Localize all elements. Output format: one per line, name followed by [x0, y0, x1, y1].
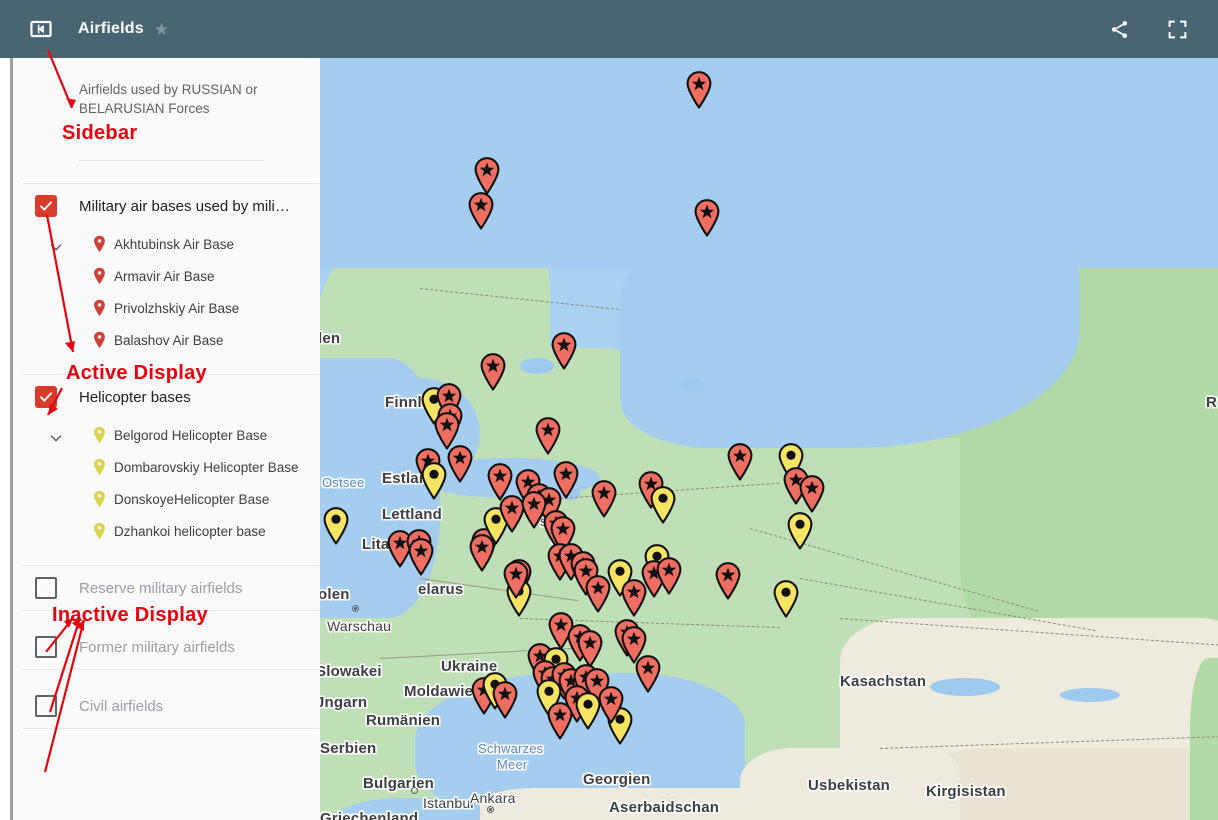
layer-checkbox-checked[interactable] [35, 195, 57, 217]
layer-feature-item[interactable]: Balashov Air Base [13, 324, 320, 356]
military-air-base-marker[interactable] [468, 533, 496, 573]
military-air-base-marker[interactable] [693, 198, 721, 238]
map-pin-icon [93, 267, 106, 285]
military-air-base-marker[interactable] [590, 479, 618, 519]
page-title: Airfields [78, 20, 144, 37]
map-canvas[interactable]: lenFinnlandOstseeEstlandLettlandLitaueno… [320, 58, 1218, 820]
share-icon[interactable] [1106, 16, 1132, 42]
layer-checkbox-unchecked[interactable] [35, 695, 57, 717]
sidebar-layer-list: Military air bases used by mili… Akhtubin… [13, 184, 320, 743]
sidebar-layer-2: Reserve military airfields [13, 566, 320, 610]
feature-name: DonskoyeHelicopter Base [114, 491, 270, 507]
layer-header[interactable]: Reserve military airfields [13, 566, 320, 610]
military-air-base-marker[interactable] [620, 578, 648, 618]
lake-ladoga [520, 358, 554, 374]
layer-title: Former military airfields [79, 638, 235, 656]
layer-title: Reserve military airfields [79, 579, 243, 597]
lake-aral [930, 678, 1000, 696]
map-pin-icon [93, 522, 106, 540]
layer-title: Civil airfields [79, 697, 164, 715]
fullscreen-icon[interactable] [1164, 16, 1190, 42]
military-air-base-marker[interactable] [479, 352, 507, 392]
region-central-asia [920, 748, 1218, 820]
layer-header[interactable]: Civil airfields [13, 684, 320, 728]
feature-name: Armavir Air Base [114, 268, 215, 284]
military-air-base-marker[interactable] [407, 537, 435, 577]
city-dot-icon [411, 787, 418, 794]
lake-onega [680, 378, 706, 392]
military-air-base-marker[interactable] [491, 680, 519, 720]
helicopter-base-marker[interactable] [649, 485, 677, 525]
map-pin-icon [93, 235, 106, 253]
layer-header[interactable]: Military air bases used by mili… [13, 184, 320, 228]
feature-name: Akhtubinsk Air Base [114, 236, 235, 252]
feature-name: Dombarovskiy Helicopter Base [114, 459, 299, 475]
map-pin-icon [93, 490, 106, 508]
layer-checkbox-unchecked[interactable] [35, 577, 57, 599]
sidebar-description: Airfields used by RUSSIAN or BELARUSIAN … [79, 82, 258, 116]
layer-feature-item[interactable]: Dombarovskiy Helicopter Base [13, 451, 320, 483]
feature-name: Privolzhskiy Air Base [114, 300, 240, 316]
military-air-base-marker[interactable] [634, 654, 662, 694]
city-dot-icon [352, 605, 359, 612]
collapse-sidebar-icon[interactable] [28, 16, 54, 42]
helicopter-base-marker[interactable] [420, 461, 448, 501]
feature-name: Belgorod Helicopter Base [114, 427, 268, 443]
helicopter-base-marker[interactable] [322, 506, 350, 546]
layer-feature-item[interactable]: DonskoyeHelicopter Base [13, 483, 320, 515]
military-air-base-marker[interactable] [467, 191, 495, 231]
app-header: Airfields ★ [0, 0, 1218, 58]
sidebar-layer-0: Military air bases used by mili… Akhtubin… [13, 184, 320, 374]
military-air-base-marker[interactable] [473, 156, 501, 196]
layer-checkbox-unchecked[interactable] [35, 636, 57, 658]
sidebar: Airfields used by RUSSIAN or BELARUSIAN … [10, 58, 320, 820]
city-dot-icon [487, 806, 494, 813]
military-air-base-marker[interactable] [726, 442, 754, 482]
feature-name: Dzhankoi helicopter base [114, 523, 266, 539]
chevron-down-icon[interactable] [45, 427, 67, 449]
sea-kara [620, 208, 1080, 448]
military-air-base-marker[interactable] [502, 560, 530, 600]
layer-title: Helicopter bases [79, 388, 191, 406]
military-air-base-marker[interactable] [546, 701, 574, 741]
military-air-base-marker[interactable] [597, 685, 625, 725]
region-anatolia [480, 788, 880, 820]
layer-header[interactable]: Helicopter bases [13, 375, 320, 419]
military-air-base-marker[interactable] [655, 556, 683, 596]
military-air-base-marker[interactable] [446, 444, 474, 484]
map-app: lenFinnlandOstseeEstlandLettlandLitaueno… [0, 0, 1218, 820]
layer-title: Military air bases used by mili… [79, 197, 290, 215]
map-pin-icon [93, 299, 106, 317]
layer-header[interactable]: Former military airfields [13, 625, 320, 669]
feature-name: Balashov Air Base [114, 332, 224, 348]
sidebar-layer-4: Civil airfields [13, 684, 320, 728]
military-air-base-marker[interactable] [550, 331, 578, 371]
helicopter-base-marker[interactable] [772, 579, 800, 619]
layer-feature-item[interactable]: Privolzhskiy Air Base [13, 292, 320, 324]
helicopter-base-marker[interactable] [786, 511, 814, 551]
sidebar-layer-3: Former military airfields [13, 625, 320, 669]
region-tienshan [1190, 658, 1218, 820]
layer-checkbox-checked[interactable] [35, 386, 57, 408]
map-pin-icon [93, 458, 106, 476]
layer-feature-item[interactable]: Dzhankoi helicopter base [13, 515, 320, 547]
military-air-base-marker[interactable] [798, 474, 826, 514]
map-pin-icon [93, 426, 106, 444]
star-icon[interactable]: ★ [154, 21, 169, 38]
military-air-base-marker[interactable] [534, 416, 562, 456]
sidebar-layer-1: Helicopter bases Belgorod Helicopter Base… [13, 375, 320, 565]
map-pin-icon [93, 331, 106, 349]
military-air-base-marker[interactable] [685, 70, 713, 110]
military-air-base-marker[interactable] [714, 561, 742, 601]
chevron-down-icon[interactable] [45, 236, 67, 258]
lake-balkhash [1060, 688, 1120, 702]
layer-feature-item[interactable]: Armavir Air Base [13, 260, 320, 292]
